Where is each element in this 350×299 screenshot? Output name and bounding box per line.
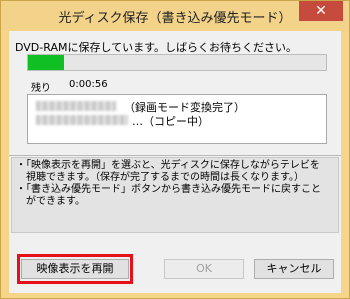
list-item[interactable]: （録画モード変換完了）: [28, 99, 326, 114]
title-bar[interactable]: 光ディスク保存（書き込み優先モード） ✕: [1, 1, 349, 31]
save-dialog: 光ディスク保存（書き込み優先モード） ✕ DVD-RAMに保存しています。しばら…: [0, 0, 350, 299]
redacted-title: [36, 101, 116, 111]
list-item[interactable]: …（コピー中）: [28, 113, 326, 128]
remaining-time: 0:00:56: [69, 79, 108, 90]
recording-list[interactable]: （録画モード変換完了） …（コピー中）: [27, 94, 327, 144]
close-button[interactable]: ✕: [299, 1, 343, 21]
info-panel: ・「映像表示を再開」を選ぶと、光ディスクに保存しながらテレビを 視聴できます。（…: [11, 157, 339, 233]
dialog-body: DVD-RAMに保存しています。しばらくお待ちください。 残り 0:00:56 …: [9, 31, 341, 293]
window-title: 光ディスク保存（書き込み優先モード）: [58, 11, 292, 26]
status-message: DVD-RAMに保存しています。しばらくお待ちください。: [15, 41, 298, 54]
info-line: ・「映像表示を再開」を選ぶと、光ディスクに保存しながらテレビを: [16, 160, 320, 171]
ok-button[interactable]: OK: [164, 259, 244, 279]
info-line: ができます。: [16, 196, 85, 207]
resume-video-button[interactable]: 映像表示を再開: [21, 259, 129, 279]
redacted-title: [36, 115, 128, 125]
info-line: ・「書き込み優先モード」ボタンから書き込み優先モードに戻すこと: [16, 184, 321, 195]
progress-fill: [28, 55, 64, 70]
info-line: 視聴できます。（保存が完了するまでの時間は長くなります。）: [16, 172, 304, 183]
divider: [9, 155, 341, 156]
cancel-button[interactable]: キャンセル: [254, 259, 334, 279]
list-item-status: …（コピー中）: [132, 115, 209, 128]
remaining-label: 残り: [31, 83, 51, 94]
progress-bar: [27, 54, 327, 71]
